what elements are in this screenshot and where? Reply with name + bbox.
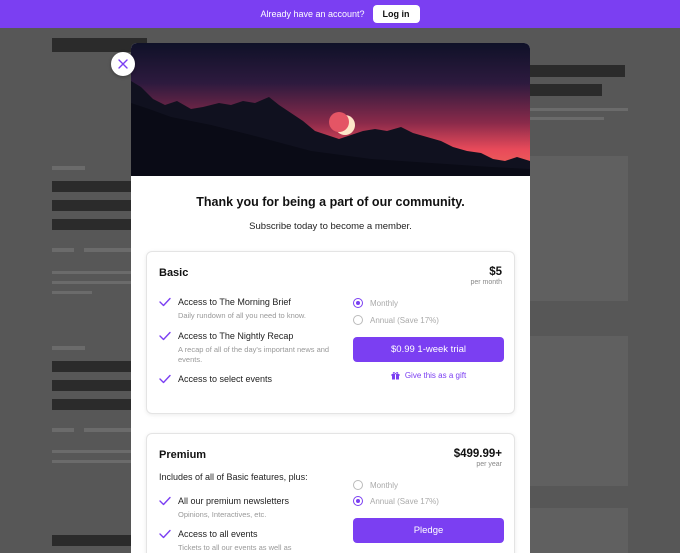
modal-title: Thank you for being a part of our commun…: [196, 195, 465, 209]
plan-name: Premium: [159, 449, 207, 461]
feature-name: All our premium newsletters: [178, 496, 290, 506]
billing-option-monthly[interactable]: Monthly: [353, 480, 398, 490]
trial-button[interactable]: $0.99 1-week trial: [353, 337, 504, 362]
bg-placeholder: [84, 428, 132, 432]
feature-name: Access to The Morning Brief: [178, 297, 291, 307]
billing-option-annual[interactable]: Annual (Save 17%): [353, 496, 439, 506]
check-icon: [159, 529, 171, 539]
bg-placeholder: [52, 428, 74, 432]
feature-desc: Daily rundown of all you need to know.: [178, 311, 306, 320]
feature-desc: Opinions, Interactives, etc.: [178, 510, 267, 519]
bg-placeholder: [52, 361, 132, 372]
bg-panel: [530, 336, 628, 486]
feature-name: Access to The Nightly Recap: [178, 331, 294, 341]
bg-placeholder: [52, 166, 85, 170]
bg-placeholder: [52, 291, 92, 294]
gift-label: Give this as a gift: [404, 371, 467, 380]
pledge-button[interactable]: Pledge: [353, 518, 504, 543]
subscription-modal: Thank you for being a part of our commun…: [131, 43, 530, 553]
option-label: Annual (Save 17%): [370, 496, 439, 506]
price-period: per month: [470, 279, 502, 286]
bg-placeholder: [52, 281, 132, 284]
check-icon: [159, 297, 171, 307]
bg-placeholder: [530, 65, 625, 77]
bg-placeholder: [530, 117, 604, 120]
price-amount: $5: [489, 266, 502, 278]
plan-name: Basic: [159, 267, 189, 279]
bg-placeholder: [52, 248, 74, 252]
radio-unselected[interactable]: [353, 480, 363, 490]
bg-placeholder: [52, 450, 132, 453]
bg-placeholder: [52, 271, 132, 274]
bg-placeholder: [52, 460, 132, 463]
modal-subtitle: Subscribe today to become a member.: [249, 221, 412, 232]
signup-banner: Already have an account? Log in: [0, 0, 680, 28]
check-icon: [159, 374, 171, 384]
option-label: Monthly: [370, 480, 399, 490]
bg-placeholder: [52, 200, 132, 211]
bg-placeholder: [530, 84, 602, 96]
bg-placeholder: [84, 248, 132, 252]
bg-panel: [530, 508, 628, 553]
check-icon: [159, 331, 171, 341]
billing-option-annual[interactable]: Annual (Save 17%): [353, 315, 439, 325]
bg-placeholder: [52, 380, 132, 391]
billing-option-monthly[interactable]: Monthly: [353, 298, 398, 308]
option-label: Annual (Save 17%): [370, 315, 439, 325]
gift-icon: [391, 372, 400, 380]
plan-price: $5 per month: [470, 266, 502, 286]
bg-placeholder: [52, 219, 132, 230]
plan-card-premium: Premium $499.99+ per year Includes of al…: [146, 433, 515, 553]
bg-placeholder: [52, 181, 132, 192]
login-button[interactable]: Log in: [372, 5, 420, 23]
gift-link[interactable]: Give this as a gift: [353, 371, 504, 380]
mountain-sunset-illustration: [131, 81, 530, 176]
radio-selected[interactable]: [353, 298, 363, 308]
banner-message: Already have an account?: [260, 9, 365, 19]
bg-placeholder: [52, 535, 132, 546]
feature-desc: A recap of all of the day's important ne…: [178, 345, 330, 364]
bg-placeholder: [530, 108, 628, 111]
price-amount: $499.99+: [453, 448, 502, 460]
bg-panel: [530, 156, 628, 301]
option-label: Monthly: [370, 298, 399, 308]
includes-text: Includes of all of Basic features, plus:: [159, 472, 308, 482]
radio-selected[interactable]: [353, 496, 363, 506]
price-period: per year: [476, 461, 502, 468]
feature-name: Access to select events: [178, 374, 273, 384]
close-button[interactable]: [111, 52, 135, 76]
check-icon: [159, 496, 171, 506]
feature-name: Access to all events: [178, 529, 258, 539]
plan-price: $499.99+ per year: [454, 448, 502, 468]
feature-desc: Tickets to all our events as well as: [178, 543, 292, 552]
close-icon: [118, 59, 128, 69]
plan-card-basic: Basic $5 per month Access to The Morning…: [146, 251, 515, 414]
bg-placeholder: [52, 346, 85, 350]
hero-image: [131, 43, 530, 176]
bg-placeholder: [52, 399, 132, 410]
radio-unselected[interactable]: [353, 315, 363, 325]
